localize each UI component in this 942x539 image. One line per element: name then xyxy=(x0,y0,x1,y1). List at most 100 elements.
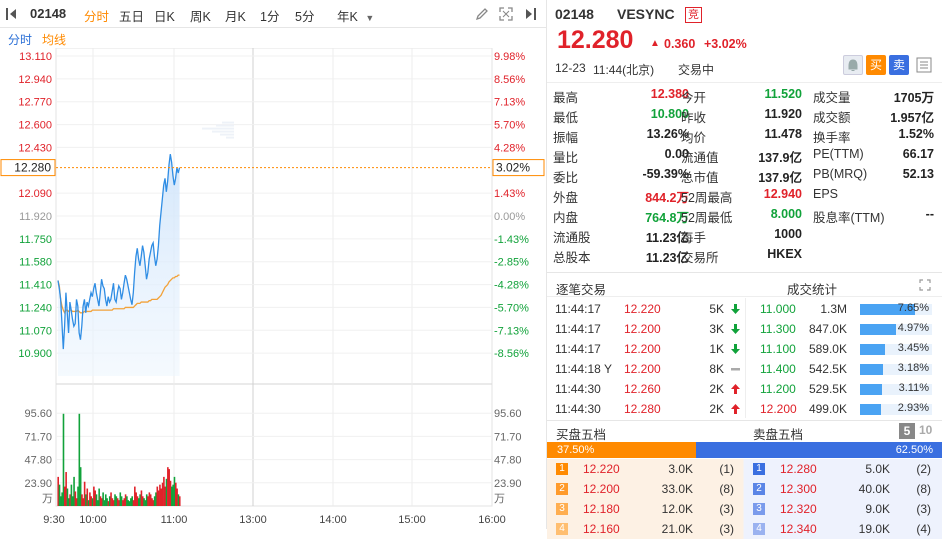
forward-icon[interactable] xyxy=(524,7,536,21)
pct-tick-label: -5.70% xyxy=(494,302,529,314)
depth-shade xyxy=(220,133,234,136)
volume-stat-row: 11.000 1.3M 7.65% xyxy=(547,299,942,319)
volume-stat-bar xyxy=(860,324,896,335)
buy-price: 12.220 xyxy=(583,462,620,476)
stat-row: 量比 0.00 流通值 137.9亿 PE(TTM) 66.17 xyxy=(547,144,942,165)
sell-price: 12.340 xyxy=(780,522,817,536)
stat-row: 总股本 11.23亿 交易所 HKEX xyxy=(547,244,942,265)
buy-volume: 12.0K xyxy=(661,502,693,516)
time-tick-label: 15:00 xyxy=(398,514,426,526)
time-tick-label: 14:00 xyxy=(319,514,347,526)
more-icon[interactable] xyxy=(916,57,932,76)
stat-row: 内盘 764.8万 52周最低 8.000 股息率(TTM) -- xyxy=(547,204,942,225)
stat-value: 8.000 xyxy=(770,207,802,221)
sell-volume: 9.0K xyxy=(865,502,890,516)
buy-volume: 21.0K xyxy=(661,522,693,536)
sell-count: (4) xyxy=(916,522,931,536)
alert-bell-button[interactable] xyxy=(843,55,863,75)
volume-stat-pct: 3.11% xyxy=(898,382,929,394)
volume-stat-volume: 1.3M xyxy=(820,302,847,316)
period-dropdown[interactable]: 年K ▼ xyxy=(337,6,374,25)
tab-daily-k[interactable]: 日K xyxy=(154,6,175,25)
back-icon[interactable] xyxy=(6,7,18,21)
buy-count: (3) xyxy=(719,502,734,516)
pct-tick-label: -4.28% xyxy=(494,280,529,292)
last-price: 12.280 xyxy=(557,26,634,54)
divider xyxy=(547,420,942,421)
buy-button[interactable]: 买 xyxy=(866,55,886,75)
buy-level-badge: 1 xyxy=(556,463,568,475)
indicator-average[interactable]: 均线 xyxy=(42,31,66,48)
volume-tick-label-right: 47.80 xyxy=(494,455,522,467)
pct-tick-label: 5.70% xyxy=(494,120,525,132)
depth-shade xyxy=(212,130,234,133)
levels-5-button[interactable]: 5 xyxy=(899,423,915,439)
current-pct-label: 3.02% xyxy=(496,161,530,175)
volume-tick-label-right: 23.90 xyxy=(494,478,522,490)
volume-stat-price: 12.200 xyxy=(760,402,797,416)
stat-row: 最高 12.380 今开 11.520 成交量 1705万 xyxy=(547,84,942,105)
pct-tick-label: 0.00% xyxy=(494,211,525,223)
tab-5day[interactable]: 五日 xyxy=(119,6,144,25)
indicator-fenshi[interactable]: 分时 xyxy=(8,31,32,48)
sell-button[interactable]: 卖 xyxy=(889,55,909,75)
buy-level-badge: 4 xyxy=(556,523,568,535)
volume-stat-pct: 3.18% xyxy=(897,362,929,374)
tab-fenshi[interactable]: 分时 xyxy=(84,6,109,25)
price-tick-label: 11.240 xyxy=(19,302,52,314)
stat-value: 11.920 xyxy=(764,107,802,121)
tab-1min[interactable]: 1分 xyxy=(260,6,279,25)
buy-count: (3) xyxy=(719,522,734,536)
fullscreen-icon[interactable] xyxy=(499,7,513,24)
price-tick-label: 12.770 xyxy=(18,97,52,109)
stat-value: -- xyxy=(925,207,934,221)
stat-label: EPS xyxy=(813,187,839,201)
sell-count: (8) xyxy=(916,482,931,496)
stat-label: PB(MRQ) xyxy=(813,167,868,181)
sell-level-badge: 2 xyxy=(753,483,765,495)
buy-volume: 33.0K xyxy=(661,482,693,496)
volume-stat-pct: 3.45% xyxy=(897,342,929,354)
auction-badge: 竞 xyxy=(685,7,702,23)
stat-value: 11.520 xyxy=(764,87,802,101)
volume-stat-bar xyxy=(860,344,885,355)
buy-level-badge: 3 xyxy=(556,503,568,515)
pct-tick-label: -8.56% xyxy=(494,348,529,360)
volume-stat-price: 11.000 xyxy=(760,302,796,316)
indicator-tabs: 分时 均线 xyxy=(0,28,546,48)
volume-stat-price: 11.400 xyxy=(760,362,796,376)
order-book-row: 3 12.180 12.0K (3) 3 12.320 9.0K (3) xyxy=(547,499,942,519)
draw-pen-icon[interactable] xyxy=(475,7,489,24)
volume-stat-price: 11.100 xyxy=(760,342,796,356)
tab-5min[interactable]: 5分 xyxy=(295,6,314,25)
quote-time: 11:44(北京) xyxy=(593,63,655,77)
intraday-chart[interactable]: 13.110 9.98% 12.940 8.56% 12.770 7.13% 12.600 5… xyxy=(0,48,546,529)
volume-bar xyxy=(178,496,181,506)
tab-weekly-k[interactable]: 周K xyxy=(190,6,211,25)
depth-shade xyxy=(202,127,234,130)
volume-tick-label-right: 95.60 xyxy=(494,408,522,420)
volume-tick-label: 95.60 xyxy=(24,408,52,420)
price-area xyxy=(58,121,234,376)
sell-level-badge: 3 xyxy=(753,503,765,515)
levels-10-button[interactable]: 10 xyxy=(919,423,932,437)
price-tick-label: 12.090 xyxy=(18,188,52,200)
volume-tick-label: 47.80 xyxy=(24,455,52,467)
pct-tick-label: -7.13% xyxy=(494,325,529,337)
quote-panel: 02148 VESYNC 竞 12.280 ▲ 0.360 +3.02% 12-… xyxy=(546,0,942,539)
quote-date: 12-23 xyxy=(555,61,586,75)
stat-label: 交易所 xyxy=(681,251,719,265)
order-book-row: 2 12.200 33.0K (8) 2 12.300 40.0K (8) xyxy=(547,479,942,499)
time-tick-label: 16:00 xyxy=(478,514,506,526)
price-tick-label: 10.900 xyxy=(18,348,52,360)
tab-monthly-k[interactable]: 月K xyxy=(225,6,246,25)
time-tick-label: 13:00 xyxy=(239,514,267,526)
divider xyxy=(547,296,942,297)
expand-icon[interactable] xyxy=(919,279,931,294)
price-area-fill xyxy=(58,154,180,376)
order-book-row: 1 12.220 3.0K (1) 1 12.280 5.0K (2) xyxy=(547,459,942,479)
divider xyxy=(547,82,942,83)
sell-level-badge: 4 xyxy=(753,523,765,535)
sell-count: (3) xyxy=(916,502,931,516)
buy-price: 12.180 xyxy=(583,502,620,516)
